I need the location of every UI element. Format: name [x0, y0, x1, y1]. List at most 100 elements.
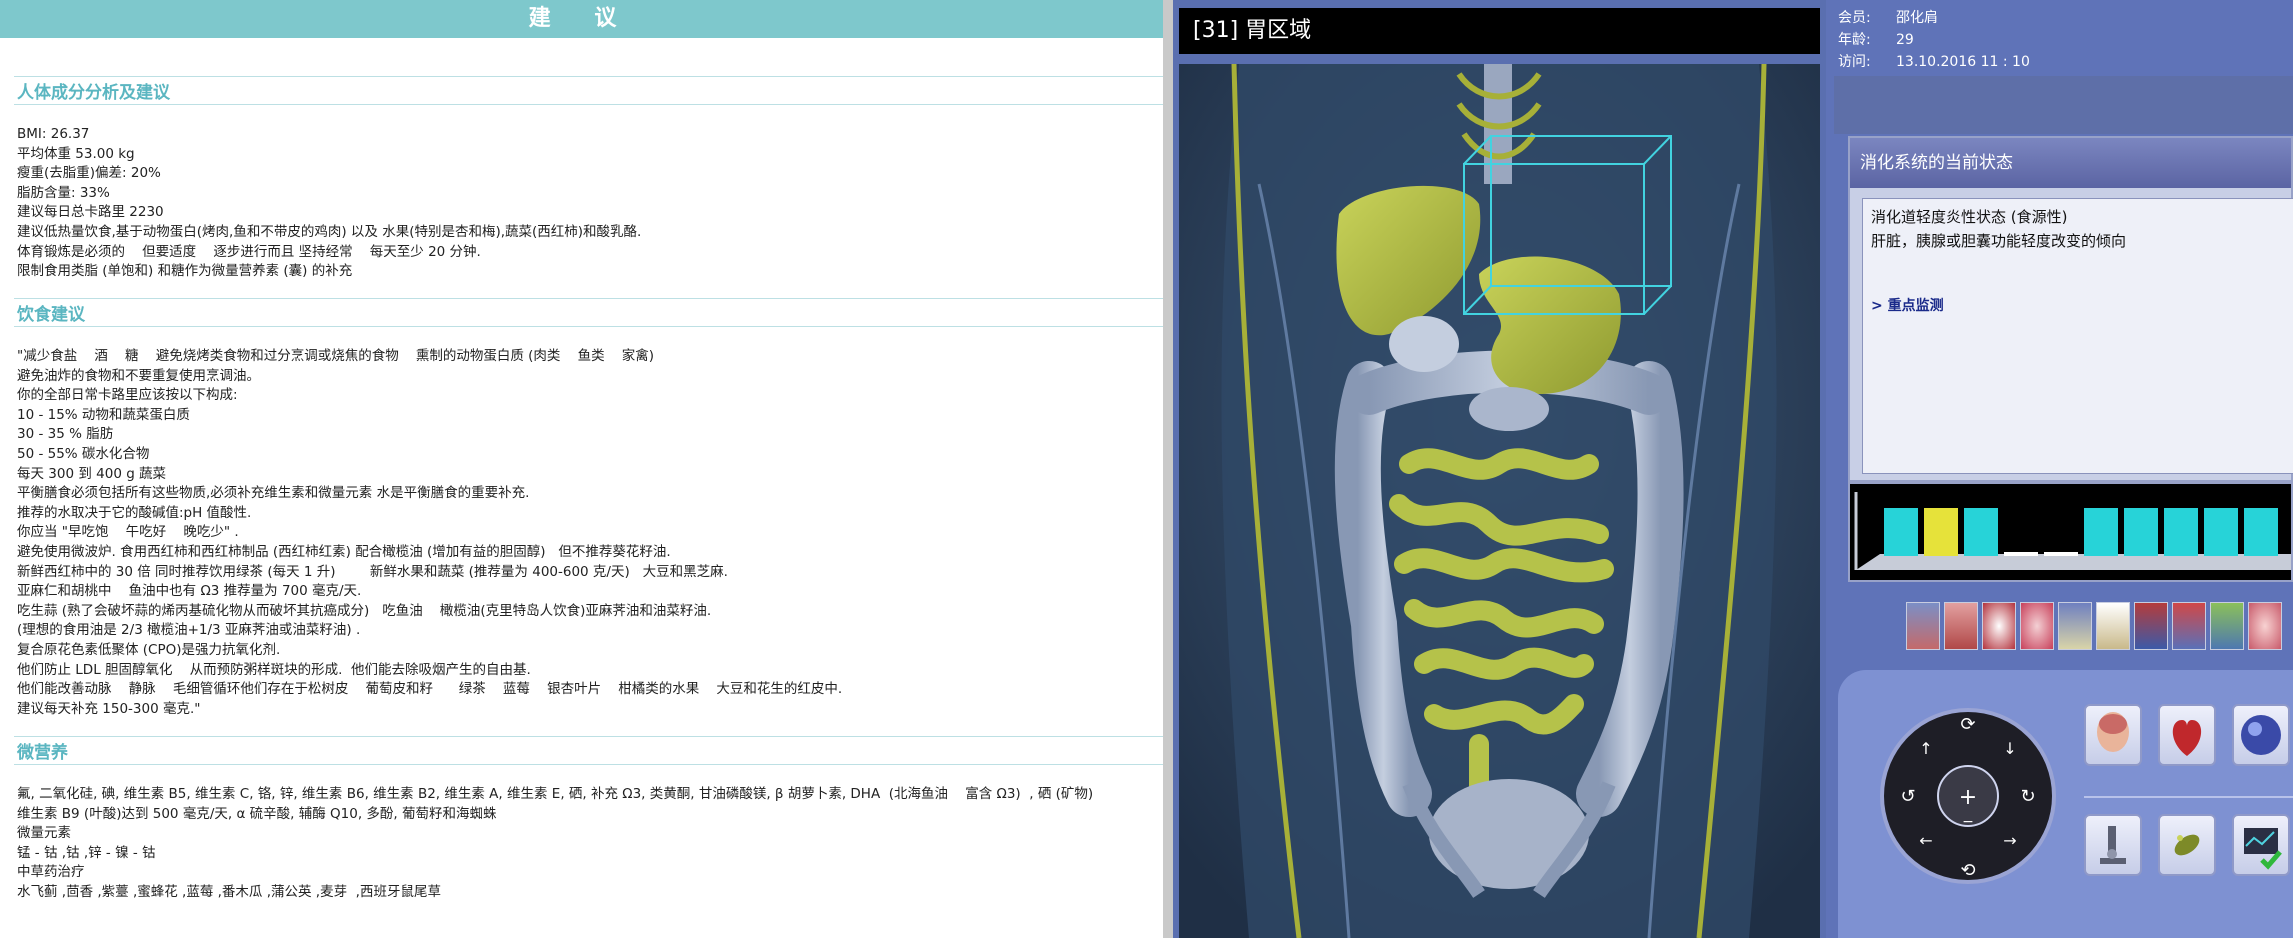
status-line: 肝脏，胰腺或胆囊功能轻度改变的倾向 [1871, 232, 2127, 250]
zoom-out-icon[interactable]: − [1962, 814, 1974, 830]
rotate-left-icon[interactable]: ↺ [1900, 786, 1915, 807]
bacteria-button[interactable] [2158, 814, 2216, 876]
arrow-left-icon[interactable]: ← [1919, 831, 1932, 850]
bar-chart-svg [1854, 492, 2291, 570]
navigation-controls: + ⟳ ⟲ ↺ ↻ ↑ ↓ ← → − [1838, 670, 2293, 938]
info-label: 会员: [1838, 10, 1871, 26]
tissue-thumb[interactable] [2058, 602, 2092, 650]
organ-thumbnail-strip [1902, 598, 2293, 654]
status-bar [2164, 508, 2198, 556]
status-window: 消化系统的当前状态 消化道轻度炎性状态 (食源性) 肝脏，胰腺或胆囊功能轻度改变… [1848, 136, 2293, 482]
section-micronutrients: 微营养 氟, 二氧化硅, 碘, 维生素 B5, 维生素 C, 铬, 锌, 维生素… [14, 736, 1163, 903]
anatomy-illustration [1179, 64, 1820, 938]
anatomy-3d-canvas[interactable] [1179, 64, 1820, 938]
heart-model-icon [2172, 720, 2202, 756]
chart-check-icon [2244, 828, 2282, 870]
text-line: 50 - 55% 碳水化合物 [17, 445, 150, 462]
text-line: 平衡膳食必须包括所有这些物质,必须补充维生素和微量元素 水是平衡膳食的重要补充. [17, 485, 530, 502]
text-line: 中草药治疗 [17, 864, 85, 881]
text-line: 复合原花色素低聚体 (CPO)是强力抗氧化剂. [17, 641, 281, 658]
info-value: 13.10.2016 11 : 10 [1896, 54, 2030, 70]
text-line: 亚麻仁和胡桃中 鱼油中也有 Ω3 推荐量为 700 毫克/天. [17, 583, 362, 600]
section-heading: 饮食建议 [14, 303, 1163, 327]
microscope-button[interactable] [2084, 814, 2142, 876]
status-bar [2124, 508, 2158, 556]
head-model-icon [2097, 712, 2129, 752]
cell-sphere-button[interactable] [2232, 704, 2290, 766]
report-title: 建 议 [0, 0, 1163, 38]
status-bar [1884, 508, 1918, 556]
text-line: 建议每日总卡路里 2230 [17, 204, 164, 221]
section-lines: 氟, 二氧化硅, 碘, 维生素 B5, 维生素 C, 铬, 锌, 维生素 B6,… [14, 785, 1163, 903]
text-line: 锰 - 钴 ,钴 ,锌 - 镍 - 钴 [17, 844, 156, 861]
cells-closeup-thumb[interactable] [2248, 602, 2282, 650]
text-line: 体育锻炼是必须的 但要适度 逐步进行而且 坚持经常 每天至少 20 分钟. [17, 243, 481, 260]
arrow-right-icon[interactable]: → [2003, 831, 2016, 850]
text-line: 氟, 二氧化硅, 碘, 维生素 B5, 维生素 C, 铬, 锌, 维生素 B6,… [17, 786, 1094, 802]
arrow-up-left-icon[interactable]: ↑ [1919, 739, 1932, 758]
text-line: 你应当 "早吃饱 午吃好 晚吃少" . [17, 524, 239, 541]
anatomy-viewer: [31] 胃区域 [1173, 0, 1826, 938]
cells-thumb[interactable] [2020, 602, 2054, 650]
text-line: "减少食盐 酒 糖 避免烧烤类食物和过分烹调或烧焦的食物 熏制的动物蛋白质 (肉… [17, 348, 655, 364]
status-bar [2044, 552, 2078, 556]
text-line: 每天 300 到 400 g 蔬菜 [17, 465, 167, 482]
text-line: 平均体重 53.00 kg [17, 145, 135, 162]
blood-cells-thumb[interactable] [1982, 602, 2016, 650]
text-line: 水飞蓟 ,茴香 ,紫薹 ,蜜蜂花 ,蓝莓 ,番木瓜 ,蒲公英 ,麦芽 ,西班牙鼠… [17, 883, 441, 900]
head-model-button[interactable] [2084, 704, 2142, 766]
status-line: 消化道轻度炎性状态 (食源性) [1871, 208, 2068, 226]
panel-divider [1163, 0, 1173, 938]
viewer-title: [31] 胃区域 [1179, 8, 1820, 54]
digestive-thumb[interactable] [2210, 602, 2244, 650]
info-label: 年龄: [1838, 32, 1871, 48]
spine-thumb[interactable] [2096, 602, 2130, 650]
text-line: 限制食用类脂 (单饱和) 和糖作为微量营养素 (囊) 的补充 [17, 263, 353, 280]
text-line: 10 - 15% 动物和蔬菜蛋白质 [17, 406, 190, 423]
rotate-up-icon[interactable]: ⟳ [1960, 714, 1975, 735]
control-panel: 会员: 邵化肩 年龄: 29 访问: 13.10.2016 11 : 10 消化系统的… [1826, 0, 2293, 938]
text-line: (理想的食用油是 2/3 橄榄油+1/3 亚麻荠油或油菜籽油) . [17, 622, 361, 639]
status-bar [2244, 508, 2278, 556]
text-line: 30 - 35 % 脂肪 [17, 426, 114, 443]
section-heading: 微营养 [14, 741, 1163, 765]
age-info: 年龄: 29 [1838, 30, 2138, 50]
text-line: BMI: 26.37 [17, 126, 90, 142]
text-line: 维生素 B9 (叶酸)达到 500 毫克/天, α 硫辛酸, 辅酶 Q10, 多… [17, 805, 497, 822]
text-line: 避免使用微波炉. 食用西红柿和西红柿制品 (西红柿红素) 配合橄榄油 (增加有益… [17, 543, 671, 560]
lungs-thumb[interactable] [1906, 602, 1940, 650]
muscle-thumb[interactable] [1944, 602, 1978, 650]
info-strip [1834, 76, 2293, 134]
bacteria-icon [2174, 834, 2200, 856]
zoom-in-icon[interactable]: + [1959, 785, 1977, 810]
chart-check-button[interactable] [2232, 814, 2290, 876]
heart-model-button[interactable] [2158, 704, 2216, 766]
status-bar [2204, 508, 2238, 556]
text-line: 瘦重(去脂重)偏差: 20% [17, 165, 161, 182]
arrow-down-right-icon[interactable]: ↓ [2003, 739, 2016, 758]
visit-info: 访问: 13.10.2016 11 : 10 [1838, 52, 2138, 72]
text-line: 推荐的水取决于它的酸碱值:pH 值酸性. [17, 504, 252, 521]
report-panel: 建 议 人体成分分析及建议 BMI: 26.37 平均体重 53.00 kg 瘦… [0, 0, 1163, 938]
status-bar [1964, 508, 1998, 556]
member-info: 会员: 邵化肩 [1838, 8, 2138, 28]
section-lines: "减少食盐 酒 糖 避免烧烤类食物和过分烹调或烧焦的食物 熏制的动物蛋白质 (肉… [14, 347, 1163, 719]
heart-vessels-thumb[interactable] [2172, 602, 2206, 650]
text-line: 吃生蒜 (熟了会破坏蒜的烯丙基硫化物从而破坏其抗癌成分) 吃鱼油 橄榄油(克里特… [17, 602, 712, 619]
status-bar [2004, 552, 2038, 556]
text-line: 脂肪含量: 33% [17, 184, 110, 201]
status-title: 消化系统的当前状态 [1850, 138, 2291, 188]
rotate-right-icon[interactable]: ↻ [2020, 786, 2035, 807]
nerves-thumb[interactable] [2134, 602, 2168, 650]
text-line: 新鲜西红柿中的 30 倍 同时推荐饮用绿茶 (每天 1 升) 新鲜水果和蔬菜 (… [17, 563, 728, 580]
text-line: 建议每天补充 150-300 毫克." [17, 700, 201, 717]
info-value: 邵化肩 [1896, 10, 1938, 26]
focus-monitor-link[interactable]: > 重点监测 [1871, 295, 2286, 315]
status-bar [1924, 508, 1958, 556]
rotate-down-icon[interactable]: ⟲ [1960, 860, 1975, 881]
section-heading: 人体成分分析及建议 [14, 81, 1163, 105]
section-body-composition: 人体成分分析及建议 BMI: 26.37 平均体重 53.00 kg 瘦重(去脂… [14, 76, 1163, 282]
status-bar-chart [1848, 482, 2293, 582]
text-line: 微量元素 [17, 825, 71, 842]
rotation-wheel[interactable]: + ⟳ ⟲ ↺ ↻ ↑ ↓ ← → − [1878, 696, 2058, 896]
